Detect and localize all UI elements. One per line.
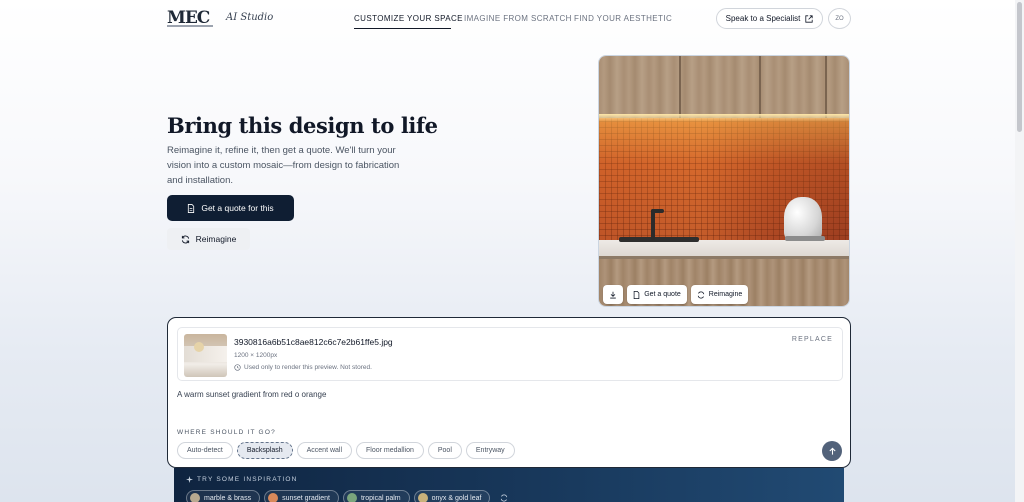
placement-accent-wall[interactable]: Accent wall	[296, 442, 353, 459]
page-scrollbar[interactable]	[1015, 0, 1024, 502]
nav-imagine-from-scratch[interactable]: IMAGINE FROM SCRATCH	[464, 14, 572, 23]
document-icon	[633, 290, 640, 299]
privacy-note-text: Used only to render this preview. Not st…	[244, 364, 372, 371]
prompt-text[interactable]: A warm sunset gradient from red o orange	[177, 390, 326, 399]
thumbnail-backsplash	[184, 346, 227, 362]
inspiration-chip[interactable]: sunset gradient	[264, 490, 339, 502]
refresh-icon	[697, 291, 704, 298]
external-link-icon	[805, 14, 813, 23]
inspiration-chip[interactable]: marble & brass	[186, 490, 261, 502]
preview-get-quote-label: Get a quote	[644, 291, 681, 298]
preview-reimagine-label: Reimagine	[708, 291, 743, 298]
inspiration-chip-label: marble & brass	[204, 494, 252, 502]
file-dimensions: 1200 × 1200px	[234, 352, 278, 359]
placement-auto-detect[interactable]: Auto-detect	[177, 442, 233, 459]
speak-to-specialist-button[interactable]: Speak to a Specialist	[716, 8, 823, 29]
sparkle-icon	[186, 476, 193, 483]
brand-subtitle: AI Studio	[226, 12, 274, 23]
get-quote-label: Get a quote for this	[201, 203, 274, 213]
under-cabinet-light	[599, 114, 849, 122]
inspiration-chip[interactable]: onyx & gold leaf	[413, 490, 491, 502]
inspiration-swatch	[268, 493, 279, 502]
scrollbar-thumb[interactable]	[1017, 2, 1022, 132]
placement-pool[interactable]: Pool	[427, 442, 462, 459]
cabinet-seam	[825, 56, 827, 118]
reimagine-label: Reimagine	[195, 234, 237, 244]
get-quote-button[interactable]: Get a quote for this	[167, 195, 294, 221]
hero-description: Reimagine it, refine it, then get a quot…	[167, 145, 400, 186]
reimagine-button[interactable]: Reimagine	[167, 228, 250, 250]
sink	[619, 237, 699, 242]
cabinet-seam	[759, 56, 761, 118]
placement-options: Auto-detect Backsplash Accent wall Floor…	[177, 442, 515, 459]
thumbnail-light	[194, 342, 204, 352]
inspiration-chip[interactable]: tropical palm	[342, 490, 410, 502]
placement-entryway[interactable]: Entryway	[465, 442, 515, 459]
faucet	[651, 209, 655, 240]
placement-floor-medallion[interactable]: Floor medallion	[356, 442, 424, 459]
design-input-card: 3930816a6b51c8ae812c6c7e2b61ffe5.jpg 120…	[167, 317, 851, 468]
inspiration-swatch	[190, 493, 200, 502]
logo-underline	[167, 25, 213, 27]
submit-button[interactable]	[822, 441, 842, 461]
replace-button[interactable]: REPLACE	[792, 336, 833, 343]
inspiration-panel: TRY SOME INSPIRATION marble & brass suns…	[174, 468, 844, 502]
placement-backsplash[interactable]: Backsplash	[236, 442, 293, 459]
refresh-icon	[501, 494, 508, 502]
uploaded-image-thumbnail	[184, 334, 227, 377]
refresh-inspiration-button[interactable]	[494, 490, 508, 502]
nav-customize-your-space[interactable]: CUSTOMIZE YOUR SPACE	[354, 14, 463, 23]
inspiration-label-text: TRY SOME INSPIRATION	[197, 476, 298, 483]
hero-title: Bring this design to life	[167, 113, 438, 138]
top-header: MEC AI Studio CUSTOMIZE YOUR SPACE IMAGI…	[0, 0, 1015, 38]
privacy-note: Used only to render this preview. Not st…	[234, 364, 372, 371]
kettle	[784, 197, 822, 241]
kettle-base	[785, 236, 825, 241]
user-avatar[interactable]: ZO	[828, 8, 851, 29]
file-name: 3930816a6b51c8ae812c6c7e2b61ffe5.jpg	[234, 337, 393, 347]
inspiration-chips: marble & brass sunset gradient tropical …	[186, 490, 508, 502]
cabinet-seam	[679, 56, 681, 118]
download-icon	[610, 291, 616, 298]
uploaded-file-row: 3930816a6b51c8ae812c6c7e2b61ffe5.jpg 120…	[177, 327, 843, 381]
preview-reimagine-button[interactable]: Reimagine	[691, 285, 748, 304]
download-button[interactable]	[603, 285, 623, 304]
inspiration-chip-label: tropical palm	[360, 494, 401, 502]
clock-icon	[234, 364, 241, 371]
preview-get-quote-button[interactable]: Get a quote	[627, 285, 687, 304]
inspiration-chip-label: onyx & gold leaf	[431, 494, 482, 502]
arrow-up-icon	[828, 447, 836, 455]
faucet-arm	[651, 209, 664, 213]
inspiration-label: TRY SOME INSPIRATION	[186, 476, 298, 483]
inspiration-chip-label: sunset gradient	[282, 494, 330, 502]
nav-active-underline	[354, 28, 451, 29]
placement-label: WHERE SHOULD IT GO?	[177, 429, 276, 436]
upper-cabinets	[599, 56, 849, 118]
refresh-icon	[181, 235, 189, 243]
inspiration-swatch	[417, 493, 428, 502]
design-preview-image: Get a quote Reimagine	[598, 55, 850, 307]
nav-find-your-aesthetic[interactable]: FIND YOUR AESTHETIC	[574, 14, 672, 23]
specialist-label: Speak to a Specialist	[725, 14, 801, 23]
document-icon	[188, 203, 195, 213]
inspiration-swatch	[346, 493, 357, 502]
